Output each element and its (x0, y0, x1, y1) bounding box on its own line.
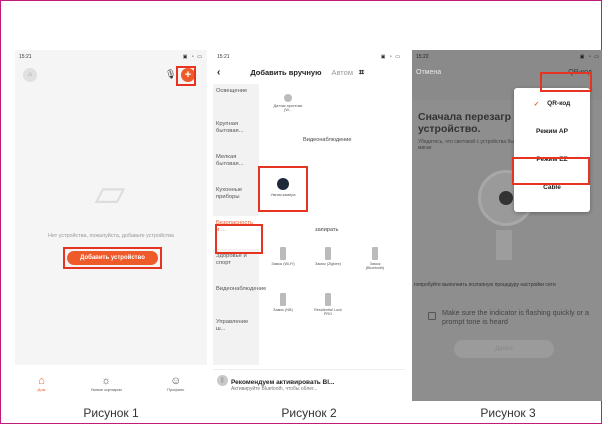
camera-lens-icon (499, 191, 513, 205)
status-icons: ▣ ◔ ▭ (380, 54, 401, 60)
status-bar: 15:21 ▣ ◔ ▭ (15, 50, 207, 64)
lock-device[interactable]: Замок (Zigbee) (313, 247, 343, 266)
hint-text: попробуйте выполнить поэтапную процедуру… (414, 282, 556, 288)
checkbox-label: Make sure the indicator is flashing quic… (442, 308, 590, 326)
tab-profile-label: Профиль (167, 386, 185, 392)
device-label: Замок (Zigbee) (315, 262, 341, 266)
scan-icon[interactable]: ⌗ (359, 67, 364, 78)
status-time: 15:21 (19, 54, 32, 60)
highlight-camera (258, 166, 308, 212)
status-icons: ▣ ◔ ▭ (579, 54, 600, 60)
lock-icon (325, 293, 331, 306)
menu-label: QR-код (547, 100, 571, 107)
category-item[interactable]: Управление ш... (213, 315, 259, 348)
page-title: Добавить вручную (250, 67, 322, 77)
lock-device[interactable]: Замок (NB) (268, 293, 298, 312)
lock-device[interactable]: Residential Lock PRO (313, 293, 343, 316)
menu-label: Cable (543, 184, 561, 191)
tab-profile[interactable]: ☺ Профиль (167, 375, 184, 392)
status-time: 15:21 (217, 54, 230, 60)
empty-state-text: Нет устройства, пожалуйста, добавьте уст… (48, 233, 174, 239)
menu-item-qr[interactable]: ✓ QR-код (514, 91, 590, 116)
highlight-mode-button (540, 72, 592, 92)
lock-device[interactable]: Замок (Bluetooth) (360, 247, 390, 270)
sun-icon: ☼ (101, 374, 112, 387)
lock-device[interactable]: Замок (Wi-Fi) (268, 247, 298, 266)
lock-icon (372, 247, 378, 260)
caption-figure-2: Рисунок 2 (281, 406, 337, 420)
highlight-security-category (215, 224, 263, 254)
device-label: Residential Lock PRO (314, 308, 342, 316)
category-item[interactable]: Крупная бытовая... (213, 117, 259, 150)
camera-stand (496, 230, 512, 260)
check-icon: ✓ (533, 100, 540, 108)
caption-figure-1: Рисунок 1 (83, 406, 139, 420)
bottom-tab-bar: ⌂ Дом ☼ Умные сценарии ☺ Профиль (15, 365, 207, 401)
leak-sensor-device[interactable]: Датчик протечки (W... (273, 94, 303, 112)
banner-subtitle: Активируйте Bluetooth, чтобы облег... (231, 386, 318, 392)
bluetooth-icon: ᛒ (217, 375, 228, 386)
tab-scenes[interactable]: ☼ Умные сценарии (91, 375, 122, 392)
status-time: 15:22 (416, 54, 429, 60)
device-label: Датчик протечки (W... (273, 104, 303, 112)
tab-auto[interactable]: Автом (331, 68, 353, 77)
empty-box-icon: ▱ (94, 171, 126, 215)
back-chevron-icon[interactable]: ‹ (217, 67, 220, 78)
highlight-ez-mode (512, 157, 590, 185)
device-label: Замок (NB) (273, 308, 293, 312)
category-item[interactable]: Освещение (213, 84, 259, 117)
highlight-add-device-button (63, 247, 162, 269)
home-icon: ⌂ (38, 374, 45, 387)
caption-figure-3: Рисунок 3 (480, 406, 536, 420)
tab-home[interactable]: ⌂ Дом (38, 375, 46, 392)
menu-label: Режим AP (536, 128, 568, 135)
mode-dropdown-menu: ✓ QR-код Режим AP Режим EZ Cable (514, 88, 590, 212)
category-item[interactable]: Видеонаблюдение (213, 282, 266, 315)
lock-icon (280, 247, 286, 260)
section-lock: запирать (315, 227, 339, 233)
category-item[interactable]: Кухонные приборы (213, 183, 259, 216)
home-avatar-icon[interactable]: ⌂ (23, 68, 37, 82)
highlight-add-icon (176, 66, 196, 86)
cancel-button[interactable]: Отмена (416, 69, 441, 76)
category-item[interactable]: Мелкая бытовая... (213, 150, 259, 183)
bluetooth-banner[interactable]: Рекомендуем активировать Bl... Активируйт… (213, 369, 405, 401)
lock-icon (325, 247, 331, 260)
lock-icon (280, 293, 286, 306)
microphone-icon[interactable]: 🎙 (165, 69, 176, 80)
status-icons: ▣ ◔ ▭ (182, 54, 203, 60)
tab-scenes-label: Умные сценарии (90, 386, 122, 392)
next-button[interactable]: Далее (454, 340, 554, 358)
status-bar: 15:21 ▣ ◔ ▭ (213, 50, 405, 64)
phone-home: 15:21 ▣ ◔ ▭ ⌂ 🎙 + ▱ Нет устройства, пожал… (15, 50, 207, 401)
tab-home-label: Дом (37, 386, 46, 392)
sensor-icon (284, 94, 292, 102)
section-video: Видеонаблюдение (303, 137, 352, 143)
device-label: Замок (Bluetooth) (365, 262, 385, 270)
confirm-checkbox[interactable] (428, 312, 436, 320)
menu-item-ap[interactable]: Режим AP (514, 119, 590, 144)
banner-title: Рекомендуем активировать Bl... (231, 379, 335, 386)
profile-icon: ☺ (170, 374, 182, 387)
device-label: Замок (Wi-Fi) (271, 262, 295, 266)
header: ‹ Добавить вручную Автом ⌗ (213, 64, 405, 80)
